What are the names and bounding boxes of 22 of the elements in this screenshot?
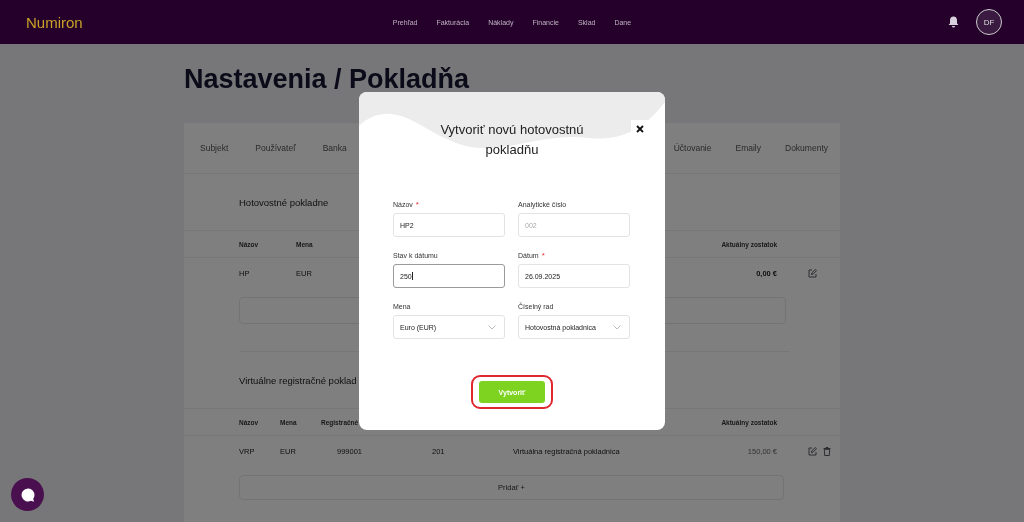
logo[interactable]: Numiron <box>26 13 83 31</box>
chat-button[interactable] <box>11 478 44 511</box>
tab[interactable]: Subjekt <box>200 143 229 153</box>
tab[interactable]: Účtovanie <box>673 143 712 153</box>
tab[interactable]: Banka <box>322 143 347 153</box>
section-title: Hotovostné pokladne <box>239 196 329 208</box>
bell-icon[interactable] <box>948 16 959 28</box>
edit-icon[interactable] <box>808 268 817 278</box>
page-title: Nastavenia / Pokladňa <box>184 67 470 91</box>
required-mark: * <box>415 200 419 210</box>
trash-icon[interactable] <box>823 446 831 456</box>
chevron-down-icon <box>613 324 621 330</box>
section-title: Virtuálne registračné poklad <box>239 374 357 386</box>
chat-icon <box>19 486 36 503</box>
chevron-down-icon <box>488 324 496 330</box>
edit-icon[interactable] <box>808 446 817 456</box>
tab[interactable]: Dokumenty <box>785 143 828 153</box>
tab[interactable]: Emaily <box>735 143 761 153</box>
tab[interactable]: Používateľ <box>255 143 296 153</box>
avatar[interactable]: DF <box>976 9 1002 35</box>
required-mark: * <box>541 251 545 261</box>
modal-title: Vytvoriť novú hotovostnú pokladňu <box>439 121 585 159</box>
